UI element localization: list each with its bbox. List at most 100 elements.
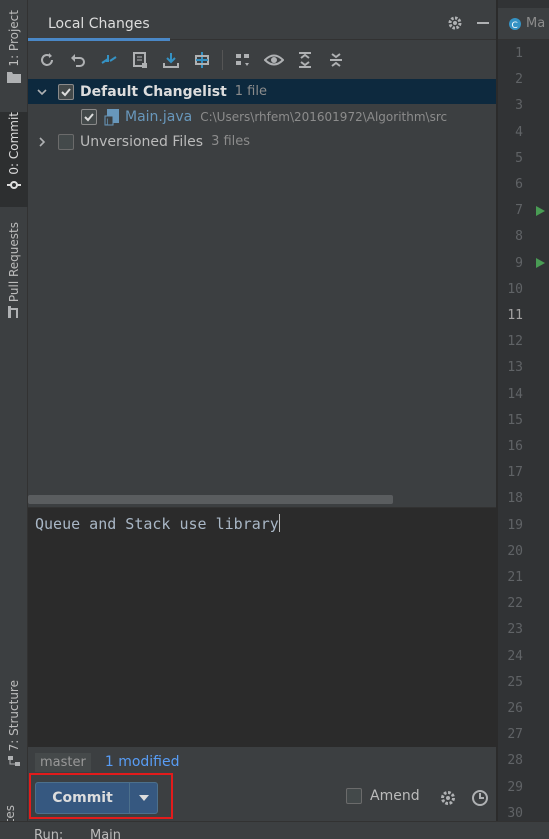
line-number: 14 <box>507 386 523 402</box>
shelve-icon[interactable] <box>191 49 213 71</box>
line-number: 6 <box>515 177 523 192</box>
pull-requests-tool-label: Pull Requests <box>7 222 21 303</box>
line-number: 24 <box>507 648 523 664</box>
project-tool-button[interactable]: 1: Project <box>0 10 28 100</box>
svg-text:J: J <box>106 117 109 125</box>
line-number: 11 <box>507 308 523 323</box>
default-changelist-checkbox[interactable] <box>58 83 74 100</box>
expand-all-icon[interactable] <box>294 49 316 71</box>
commit-tool-label: 0: Commit <box>7 112 21 175</box>
unversioned-files-count: 3 files <box>211 134 251 149</box>
project-tool-label: 1: Project <box>7 10 21 67</box>
line-number: 27 <box>507 727 523 743</box>
editor-tab-main[interactable]: C Ma <box>498 8 549 40</box>
line-number: 29 <box>507 779 523 795</box>
line-number: 5 <box>515 150 523 166</box>
commit-icon <box>7 180 21 189</box>
line-number: 19 <box>507 517 523 533</box>
eye-icon[interactable] <box>263 49 285 71</box>
line-number: 10 <box>507 281 523 297</box>
java-file-icon: J <box>103 108 121 126</box>
commit-actions: Commit Amend <box>28 773 496 821</box>
checkmark-icon <box>61 87 71 96</box>
modified-count-link[interactable]: 1 modified <box>105 754 180 770</box>
tab-local-changes[interactable]: Local Changes <box>28 8 170 41</box>
toolbar-separator <box>222 50 223 70</box>
pull-requests-tool-button[interactable]: Pull Requests <box>0 222 28 334</box>
line-number: 9 <box>515 255 523 271</box>
changes-tree: Default Changelist 1 file J Main.java C:… <box>28 79 496 499</box>
default-changelist-row[interactable]: Default Changelist 1 file <box>28 79 496 104</box>
show-diff-icon[interactable] <box>98 49 120 71</box>
commit-panel: Local Changes Default Changelist 1 file … <box>28 0 496 839</box>
line-number: 23 <box>507 622 523 638</box>
rollback-icon[interactable] <box>67 49 89 71</box>
collapse-all-icon[interactable] <box>325 49 347 71</box>
run-gutter-icon[interactable] <box>536 206 545 216</box>
line-number: 13 <box>507 360 523 376</box>
editor-tab-label: Ma <box>526 16 546 31</box>
settings-gear-icon[interactable] <box>446 14 464 32</box>
horizontal-scrollbar[interactable] <box>28 495 393 504</box>
commit-message-text[interactable]: Queue and Stack use library <box>35 514 280 533</box>
line-number: 3 <box>515 98 523 114</box>
line-number: 21 <box>507 570 523 585</box>
unversioned-files-checkbox[interactable] <box>58 133 74 150</box>
run-gutter-icon[interactable] <box>536 258 545 268</box>
line-number: 8 <box>515 229 523 245</box>
commit-toolbar <box>28 42 496 78</box>
class-icon: C <box>509 17 521 31</box>
amend-option[interactable]: Amend <box>346 788 420 804</box>
commit-options-dropdown[interactable] <box>130 794 157 802</box>
unversioned-files-label: Unversioned Files <box>80 133 204 150</box>
tab-local-changes-label: Local Changes <box>48 16 150 32</box>
hide-panel-icon[interactable] <box>474 14 492 32</box>
structure-tool-button[interactable]: 7: Structure <box>0 680 28 780</box>
line-number: 2 <box>515 72 523 88</box>
amend-checkbox[interactable] <box>346 788 362 804</box>
line-number: 25 <box>507 674 523 690</box>
commit-history-clock-icon[interactable] <box>471 789 489 807</box>
line-number: 16 <box>507 439 523 454</box>
panel-header: Local Changes <box>28 8 496 41</box>
refresh-icon[interactable] <box>36 49 58 71</box>
run-tab-main[interactable]: Main <box>90 828 121 839</box>
default-changelist-count: 1 file <box>234 84 267 99</box>
line-number: 12 <box>507 334 523 350</box>
commit-message-editor[interactable]: Queue and Stack use library <box>28 507 496 747</box>
dropdown-arrow-icon <box>138 795 149 801</box>
checkmark-icon <box>84 112 94 121</box>
amend-label: Amend <box>370 788 420 804</box>
commit-status-bar: master 1 modified <box>28 749 496 775</box>
line-number: 28 <box>507 753 523 769</box>
main-java-checkbox[interactable] <box>81 108 97 125</box>
line-number: 22 <box>507 596 523 612</box>
commit-options-gear-icon[interactable] <box>439 789 457 807</box>
file-row-main-java[interactable]: J Main.java C:\Users\rhfem\201601972\Alg… <box>28 104 496 129</box>
changelist-icon[interactable] <box>129 49 151 71</box>
file-path: C:\Users\rhfem\201601972\Algorithm\src <box>200 109 448 124</box>
editor-gutter: C Ma 1 2 3 4 5 6 7 8 9 10 11 12 13 14 15 16 17 18 19 20 21 22… <box>497 0 549 821</box>
commit-button-label: Commit <box>52 790 113 806</box>
svg-text:C: C <box>512 21 518 31</box>
chevron-right-icon[interactable] <box>36 136 48 148</box>
commit-tool-button[interactable]: 0: Commit <box>0 112 28 207</box>
line-number: 1 <box>515 46 523 61</box>
chevron-down-icon[interactable] <box>36 86 48 98</box>
pull-request-icon <box>8 306 18 319</box>
commit-button[interactable]: Commit <box>35 782 158 814</box>
line-number: 15 <box>507 412 523 428</box>
bottom-run-bar: Run: Main <box>0 821 549 839</box>
unversioned-files-row[interactable]: Unversioned Files 3 files <box>28 129 496 154</box>
file-name: Main.java <box>125 108 193 125</box>
group-by-icon[interactable] <box>232 49 254 71</box>
line-number: 17 <box>507 465 523 481</box>
update-download-icon[interactable] <box>160 49 182 71</box>
line-number: 30 <box>507 805 523 821</box>
line-number: 18 <box>507 491 523 507</box>
run-label: Run: <box>34 828 64 839</box>
commit-message-value: Queue and Stack use library <box>35 515 279 533</box>
folder-icon <box>7 71 21 83</box>
line-number: 26 <box>507 701 523 716</box>
structure-icon <box>8 756 20 767</box>
